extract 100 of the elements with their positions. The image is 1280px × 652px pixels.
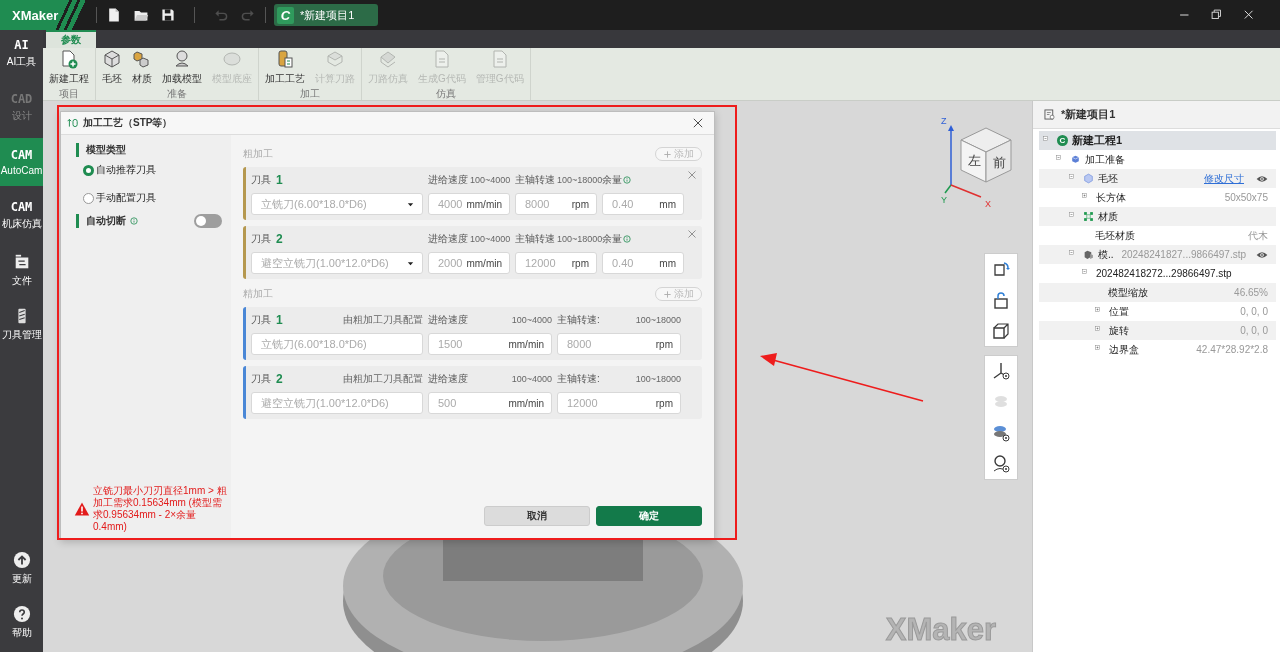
rotate-icon [991,259,1011,279]
redo-icon [240,7,256,23]
section-label: 自动切断 [86,214,126,228]
axis-label: Z [941,116,947,126]
sidebar-item[interactable]: CAM 机床仿真 [0,192,43,240]
feed-input[interactable]: 500 mm/min [428,392,552,414]
ribbon-button[interactable]: 新建工程 [46,48,92,88]
app-logo: XMaker [0,0,88,30]
unit-label: mm/min [466,198,502,210]
cube-icon [1070,154,1081,165]
box-icon [991,321,1011,341]
document-icon [106,7,122,23]
project-tab[interactable]: C *新建项目1 [274,4,379,26]
tree-item[interactable]: 边界盒 42.47*28.92*2.8 [1039,340,1276,359]
spindle-input[interactable]: 12000 rpm [557,392,681,414]
tool-number: 1 [276,173,283,187]
warning-icon [74,501,90,517]
tree-value: 42.47*28.92*2.8 [1196,344,1268,355]
ribbon-button[interactable]: 加工工艺 [262,48,308,88]
error-message: 立铣刀最小刀刃直径1mm > 粗加工需求0.15634mm (模型需求0.95634mm - 2×余量0.4mm) [93,485,227,533]
view-cube[interactable] [960,127,1012,183]
ribbon-button[interactable]: 加载模型 [159,48,205,88]
tree-item[interactable]: 加工准备 [1039,150,1276,169]
unit-label: rpm [571,257,589,269]
project-badge: C [1057,135,1068,146]
sidebar-item[interactable]: 帮助 [0,598,43,646]
spindle-range: 100~18000 [635,315,681,325]
restore-icon[interactable] [1210,8,1224,22]
viewport-logo: XMaker [885,612,996,648]
cad-glyph: CAD [10,93,33,106]
tool-label: 刀具 [251,232,271,246]
resize-link[interactable]: 修改尺寸 [1204,171,1244,186]
toggle-switch[interactable] [194,214,222,228]
feed-range: 100~4000 [511,315,552,325]
panel-title: *新建项目1 [1061,107,1116,122]
cancel-button[interactable]: 取消 [484,506,590,526]
ribbon-button[interactable]: 材质 [129,48,155,88]
machine-glyph: CAM [10,201,33,214]
close-icon[interactable] [692,117,704,129]
tree-item[interactable]: 毛坯材质 代木 [1039,226,1276,245]
group-label: 项目 [58,88,80,100]
toolbar-button[interactable] [159,6,177,24]
tree-item[interactable]: 202482418272...29866497.stp [1039,264,1276,283]
project-badge: C [277,6,294,24]
box-icon [325,49,345,69]
tree-value: 20248241827...9866497.stp [1121,249,1246,260]
unit-label: rpm [655,338,673,350]
ribbon-button[interactable]: 毛坯 [99,48,125,88]
disc-icon [222,49,242,69]
tree-item[interactable]: 材质 [1039,207,1276,226]
new-file-icon [59,49,79,69]
group-label: 加工 [299,88,321,100]
tree-item[interactable]: 位置 0, 0, 0 [1039,302,1276,321]
unit-label: mm [659,257,676,269]
spindle-label: 主轴转速 [515,173,555,187]
spindle-input[interactable]: 12000 rpm [515,252,597,274]
allowance-input[interactable]: 0.40 mm [602,193,684,215]
sidebar-item[interactable]: CAM AutoCam [0,138,43,186]
tree-value: 0, 0, 0 [1240,325,1268,336]
config-note: 由粗加工刀具配置 [343,372,423,386]
help-icon [12,604,31,623]
cam-glyph: CAM [10,148,33,162]
tool-number: 1 [276,313,283,327]
hexagon-icon [1083,173,1094,184]
sidebar-item[interactable]: 文件 [0,246,43,294]
cube-face-label[interactable]: 左 [968,153,981,168]
sidebar-item[interactable]: 刀具管理 [0,300,43,348]
confirm-button[interactable]: 确定 [596,506,702,526]
undo-icon [213,7,229,23]
bust-eye-icon [991,454,1011,474]
sidebar-item[interactable]: 更新 [0,544,43,592]
close-icon[interactable] [1242,8,1256,22]
tree-item[interactable]: C 新建工程1 [1039,131,1276,150]
tree-item[interactable]: 模.. 20248241827...9866497.stp [1039,245,1276,264]
spindle-range: 100~18000 [557,234,603,244]
tree-item[interactable]: 长方体 50x50x75 [1039,188,1276,207]
tree-value: 46.65% [1234,287,1268,298]
tree-item[interactable]: 模型缩放 46.65% [1039,283,1276,302]
feed-input[interactable]: 4000 mm/min [428,193,510,215]
axis-label: X [985,199,991,209]
unit-label: mm/min [508,397,544,409]
group-label: 准备 [166,88,188,100]
radio-option[interactable]: 手动配置刀具 [83,190,227,206]
spindle-input[interactable]: 8000 rpm [515,193,597,215]
dialog-title: 加工工艺（STP等） [83,116,173,130]
feed-label: 进给速度 [428,232,468,246]
allowance-input[interactable]: 0.40 mm [602,252,684,274]
cube-face-label[interactable]: 前 [993,155,1006,170]
axes-eye-icon [991,361,1011,381]
sidebar-item[interactable]: AI AI工具 [0,30,43,78]
feed-range: 100~4000 [511,374,552,384]
feed-input[interactable]: 2000 mm/min [428,252,510,274]
radio-option[interactable]: 自动推荐刀具 [83,162,227,178]
spindle-input[interactable]: 8000 rpm [557,333,681,355]
spindle-label: 主轴转速 [515,232,555,246]
tree-item[interactable]: 旋转 0, 0, 0 [1039,321,1276,340]
tree-item[interactable]: 毛坯 修改尺寸 [1039,169,1276,188]
feed-input[interactable]: 1500 mm/min [428,333,552,355]
section-title: 精加工 [243,287,273,301]
process-icon [67,117,79,129]
